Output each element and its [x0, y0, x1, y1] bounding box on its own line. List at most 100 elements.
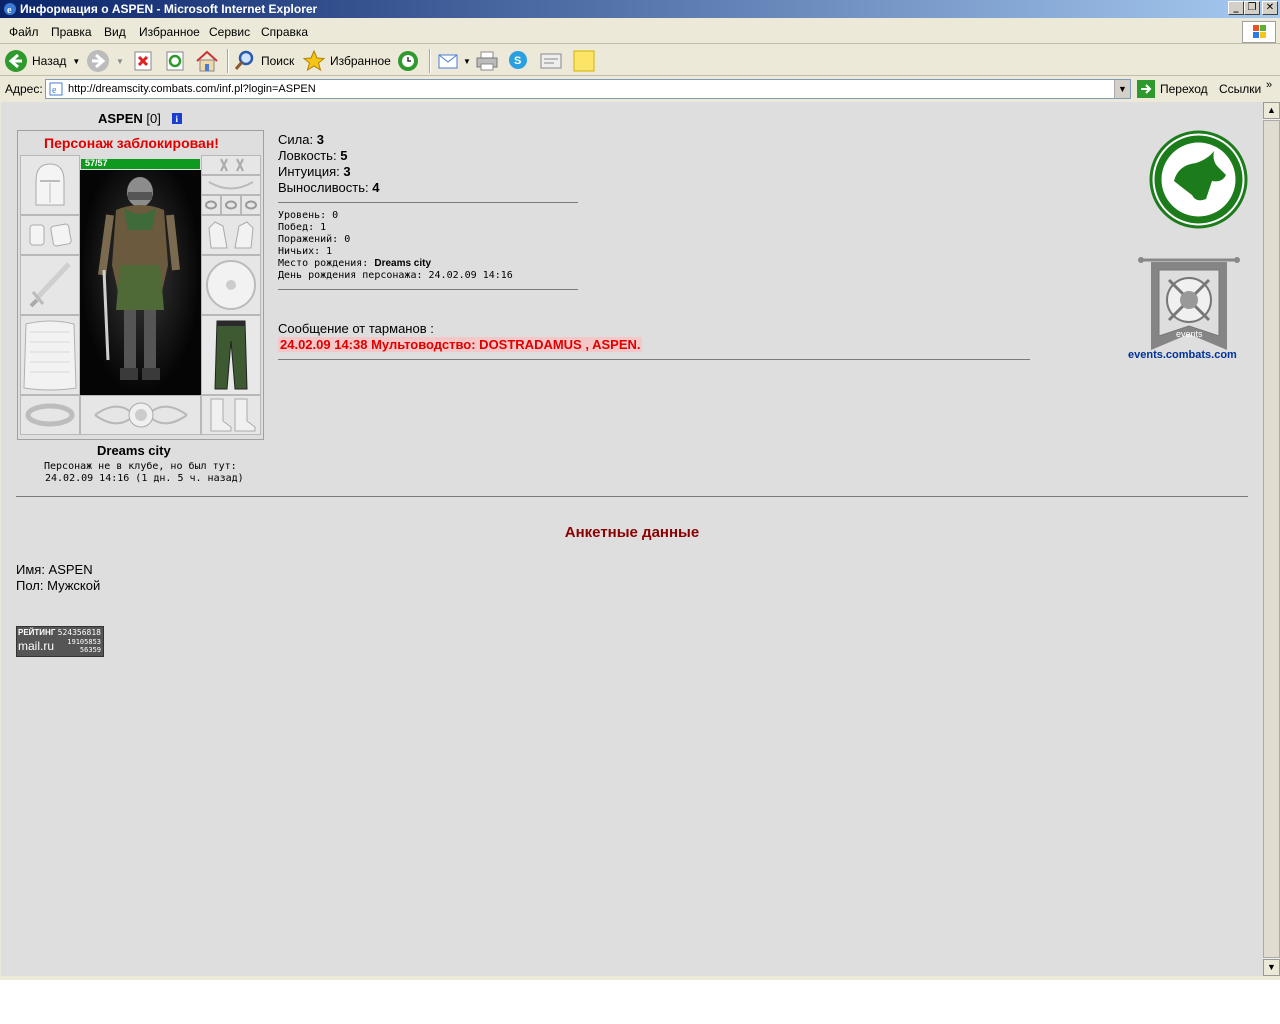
shield-slot[interactable] — [201, 255, 261, 315]
goat-logo-icon[interactable] — [1148, 129, 1249, 230]
bracers-slot[interactable] — [20, 215, 80, 255]
counter-num2: 19105853 — [67, 638, 101, 646]
stat-strength: Сила: 3 — [278, 132, 324, 147]
mailru-counter[interactable]: РЕЙТИНГ 524356818 mail.ru 19105853 56359 — [16, 626, 104, 657]
info-birthday: День рождения персонажа: 24.02.09 14:16 — [278, 270, 513, 281]
ring-slot-3[interactable] — [241, 195, 261, 215]
amulet-slot[interactable] — [201, 175, 261, 195]
ring-icon — [225, 200, 237, 210]
info-losses: Поражений: 0 — [278, 234, 351, 245]
stat-agility: Ловкость: 5 — [278, 148, 348, 163]
forward-button[interactable]: ▼ — [86, 48, 124, 74]
history-icon — [398, 51, 418, 71]
hp-bar: 57/57 — [81, 158, 200, 169]
char-name: ASPEN — [98, 111, 143, 126]
skype-button[interactable]: S — [507, 48, 531, 74]
go-button[interactable]: Переход — [1137, 80, 1208, 98]
club-note-line1: Персонаж не в клубе, но был тут: — [44, 461, 237, 472]
scroll-up-button[interactable]: ▲ — [1263, 102, 1280, 119]
gloves-icon — [208, 221, 254, 249]
menu-tools[interactable]: Сервис — [209, 25, 250, 39]
back-label: Назад — [32, 54, 67, 68]
history-button[interactable] — [396, 48, 420, 74]
helmet-slot[interactable] — [20, 155, 80, 215]
ie-icon: e — [4, 3, 16, 16]
page-icon: e — [49, 82, 63, 96]
scroll-thumb[interactable] — [1263, 120, 1280, 958]
menu-favorites[interactable]: Избранное — [139, 25, 200, 39]
ring-icon — [205, 200, 217, 210]
mail-icon — [438, 54, 458, 69]
counter-num3: 56359 — [79, 646, 101, 654]
ring-slot-2[interactable] — [221, 195, 241, 215]
window-title: Информация о ASPEN - Microsoft Internet … — [20, 2, 318, 16]
info-level: Уровень: 0 — [278, 210, 339, 221]
go-label: Переход — [1160, 82, 1208, 96]
counter-num1: 524356818 — [57, 628, 101, 637]
address-label: Адрес: — [5, 82, 43, 96]
links-button[interactable]: Ссылки — [1219, 82, 1261, 96]
stop-icon — [134, 51, 152, 71]
menu-view[interactable]: Вид — [104, 25, 126, 39]
maximize-button[interactable]: ❐ — [1244, 1, 1260, 15]
go-arrow-icon — [1137, 80, 1155, 98]
address-bar: Адрес: e http://dreamscity.combats.com/i… — [0, 77, 1280, 100]
chevron-right-icon[interactable]: » — [1266, 79, 1272, 91]
necklace-icon — [208, 181, 254, 190]
profile-gender: Пол: Мужской — [16, 578, 101, 593]
stop-button[interactable] — [132, 48, 154, 74]
boots-icon — [210, 398, 256, 432]
menu-bar: Файл Правка Вид Избранное Сервис Справка — [0, 20, 1280, 44]
armor-slot[interactable] — [20, 315, 80, 395]
chevron-down-icon[interactable]: ▼ — [72, 57, 80, 66]
scroll-down-button[interactable]: ▼ — [1263, 959, 1280, 976]
chevron-down-icon[interactable]: ▼ — [116, 57, 124, 66]
pants-slot[interactable] — [201, 315, 261, 395]
counter-brand: mail.ru — [18, 639, 55, 653]
stat-endurance: Выносливость: 4 — [278, 180, 380, 195]
discuss-button[interactable] — [539, 48, 563, 74]
back-arrow-icon — [5, 50, 27, 72]
info-draws: Ничьих: 1 — [278, 246, 333, 257]
chainmail-icon — [23, 320, 77, 391]
menu-help[interactable]: Справка — [261, 25, 308, 39]
events-banner-text: events — [1176, 329, 1203, 339]
boots-slot[interactable] — [201, 395, 261, 435]
char-city: Dreams city — [97, 443, 171, 458]
forward-arrow-icon — [87, 50, 109, 72]
gloves-slot[interactable] — [201, 215, 261, 255]
minimize-button[interactable]: _ — [1228, 1, 1244, 15]
favorites-button[interactable]: Избранное — [302, 48, 391, 74]
menu-edit[interactable]: Правка — [51, 25, 92, 39]
back-button[interactable]: Назад ▼ — [4, 48, 80, 74]
close-button[interactable]: ✕ — [1262, 1, 1278, 15]
page-content: ASPEN [0] i Персонаж заблокирован! 57/57 — [1, 102, 1263, 976]
notes-button[interactable] — [572, 48, 596, 74]
svg-text:S: S — [514, 55, 521, 67]
chevron-down-icon[interactable]: ▼ — [463, 57, 471, 66]
home-button[interactable] — [195, 48, 219, 74]
belt-slot[interactable] — [20, 395, 80, 435]
menu-file[interactable]: Файл — [9, 25, 39, 39]
weapon-slot[interactable] — [20, 255, 80, 315]
print-button[interactable] — [475, 48, 499, 74]
stats-divider — [278, 202, 578, 203]
refresh-button[interactable] — [164, 48, 186, 74]
windows-logo-icon — [1242, 21, 1276, 43]
address-dropdown-button[interactable]: ▼ — [1114, 80, 1130, 98]
mail-button[interactable]: ▼ — [437, 48, 471, 74]
counter-label: РЕЙТИНГ — [18, 628, 56, 637]
info-icon[interactable]: i — [172, 113, 182, 124]
svg-text:e: e — [7, 5, 12, 16]
vertical-scrollbar[interactable]: ▲ ▼ — [1263, 102, 1280, 976]
ring-slot-1[interactable] — [201, 195, 221, 215]
info-block: Уровень: 0 Побед: 1 Поражений: 0 Ничьих:… — [278, 210, 513, 282]
skype-icon: S — [509, 51, 527, 69]
search-button[interactable]: Поиск — [233, 48, 294, 74]
address-input[interactable]: e http://dreamscity.combats.com/inf.pl?l… — [45, 79, 1131, 99]
earrings-slot[interactable] — [201, 155, 261, 175]
helmet-icon — [35, 163, 65, 206]
emblem-slot — [80, 395, 201, 435]
message-divider — [278, 359, 1030, 360]
events-link[interactable]: events.combats.com — [1128, 349, 1237, 361]
